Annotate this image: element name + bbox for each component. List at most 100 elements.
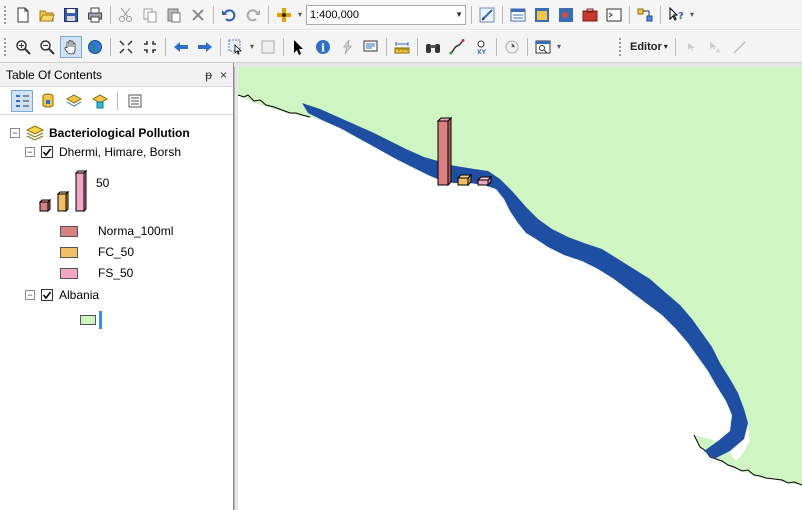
chevron-down-icon[interactable]: ▼	[455, 10, 463, 19]
add-data-icon[interactable]	[273, 4, 295, 26]
list-by-drawing-order-icon[interactable]	[11, 89, 33, 112]
toolbar-grip[interactable]	[619, 37, 623, 56]
open-folder-icon[interactable]	[36, 4, 58, 26]
edit-annotation-icon[interactable]: A	[704, 36, 726, 58]
fixed-zoom-out-icon[interactable]	[139, 36, 161, 58]
collapse-toggle[interactable]: −	[25, 147, 35, 157]
full-extent-globe-icon[interactable]	[84, 36, 106, 58]
go-back-icon[interactable]	[170, 36, 192, 58]
pin-icon[interactable]: ᵽ	[205, 68, 212, 82]
clear-selection-icon[interactable]	[257, 36, 279, 58]
toc-title: Table Of Contents	[6, 67, 103, 82]
copy-icon[interactable]	[139, 4, 161, 26]
python-window-icon[interactable]	[603, 4, 625, 26]
arctoolbox-icon[interactable]	[579, 4, 601, 26]
straight-segment-icon[interactable]	[728, 36, 750, 58]
undo-icon[interactable]	[218, 4, 240, 26]
svg-text:i: i	[321, 41, 325, 54]
go-to-xy-icon[interactable]: XY	[470, 36, 492, 58]
layer-name[interactable]: Dhermi, Himare, Borsh	[59, 145, 181, 159]
layer-row-albania[interactable]: − Albania	[25, 288, 99, 302]
map-view[interactable]	[238, 67, 802, 510]
catalog-window-icon[interactable]	[531, 4, 553, 26]
select-features-icon[interactable]	[225, 36, 247, 58]
toolbar-separator	[220, 37, 221, 56]
close-icon[interactable]: ×	[220, 68, 227, 82]
layer-visibility-checkbox[interactable]	[41, 146, 53, 158]
identify-icon[interactable]: i	[312, 36, 334, 58]
toolbar-separator	[496, 37, 497, 56]
layer-row-dhermi[interactable]: − Dhermi, Himare, Borsh	[25, 145, 181, 159]
toolbar-overflow-icon[interactable]: ▾	[555, 42, 563, 51]
whats-this-icon[interactable]: ?	[665, 4, 687, 26]
editor-toolbar-icon[interactable]	[476, 4, 498, 26]
select-elements-arrow-icon[interactable]	[288, 36, 310, 58]
bar-fc-50[interactable]	[456, 173, 473, 187]
svg-text:?: ?	[678, 11, 684, 22]
zoom-out-icon[interactable]	[36, 36, 58, 58]
find-route-icon[interactable]	[446, 36, 468, 58]
search-window-icon[interactable]	[555, 4, 577, 26]
toolbar-separator	[471, 5, 472, 24]
group-layer-name[interactable]: Bacteriological Pollution	[49, 126, 190, 140]
toolbar-separator	[165, 37, 166, 56]
cut-icon[interactable]	[115, 4, 137, 26]
find-binoculars-icon[interactable]	[422, 36, 444, 58]
list-by-visibility-icon[interactable]	[63, 90, 85, 112]
collapse-toggle[interactable]: −	[25, 290, 35, 300]
toolbar-overflow-icon[interactable]: ▾	[688, 10, 696, 19]
pan-hand-icon[interactable]	[60, 35, 82, 58]
standard-toolbar: ▾ 1:400,000 ▼ ? ▾	[0, 0, 802, 30]
create-viewer-icon[interactable]	[532, 36, 554, 58]
list-by-source-icon[interactable]	[37, 90, 59, 112]
group-layer-row[interactable]: − Bacteriological Pollution	[10, 125, 190, 141]
toc-options-icon[interactable]	[124, 90, 146, 112]
select-dropdown[interactable]: ▾	[248, 42, 256, 51]
go-forward-icon[interactable]	[194, 36, 216, 58]
list-by-selection-icon[interactable]	[89, 90, 111, 112]
hyperlink-icon[interactable]	[336, 36, 358, 58]
new-document-icon[interactable]	[12, 4, 34, 26]
legend-item-fc: FC_50	[60, 245, 134, 259]
add-data-dropdown[interactable]: ▾	[296, 10, 304, 19]
bar-fs-50[interactable]	[476, 175, 493, 187]
collapse-toggle[interactable]: −	[10, 128, 20, 138]
legend-label: FS_50	[98, 266, 134, 280]
legend-item-albania	[80, 311, 102, 329]
editor-menu-button[interactable]: Editor ▾	[626, 41, 672, 53]
map-scale-combo[interactable]: 1:400,000 ▼	[306, 4, 466, 25]
table-of-contents-panel: Table Of Contents ᵽ × − Bacteriological …	[0, 63, 234, 510]
layer-name[interactable]: Albania	[59, 288, 99, 302]
redo-icon[interactable]	[242, 4, 264, 26]
paste-icon[interactable]	[163, 4, 185, 26]
print-icon[interactable]	[84, 4, 106, 26]
time-slider-icon[interactable]	[501, 36, 523, 58]
map-scale-value[interactable]: 1:400,000	[310, 9, 359, 21]
toolbar-separator	[110, 5, 111, 24]
model-builder-icon[interactable]	[634, 4, 656, 26]
toolbar-separator	[386, 37, 387, 56]
html-popup-icon[interactable]	[360, 36, 382, 58]
edit-tool-icon[interactable]	[680, 36, 702, 58]
measure-icon[interactable]	[391, 36, 413, 58]
toc-title-bar: Table Of Contents ᵽ ×	[0, 63, 233, 87]
map-canvas[interactable]	[238, 67, 802, 510]
delete-icon[interactable]	[187, 4, 209, 26]
editor-menu-label[interactable]: Editor	[630, 41, 662, 53]
toolbar-separator	[502, 5, 503, 24]
toolbar-grip[interactable]	[4, 5, 8, 24]
fixed-zoom-in-icon[interactable]	[115, 36, 137, 58]
toolbar-grip[interactable]	[4, 37, 8, 56]
save-icon[interactable]	[60, 4, 82, 26]
chevron-down-icon[interactable]: ▾	[664, 42, 668, 51]
table-of-contents-icon[interactable]	[507, 4, 529, 26]
zoom-in-icon[interactable]	[12, 36, 34, 58]
bar-norma-100ml[interactable]	[436, 116, 453, 187]
legend-swatch	[60, 225, 78, 237]
chart-symbol-legend: 50	[38, 168, 109, 212]
tools-toolbar: ▾ i XY ▾ Editor ▾ A	[0, 31, 802, 63]
layer-visibility-checkbox[interactable]	[41, 289, 53, 301]
layer-group-icon	[26, 125, 44, 141]
toolbar-separator	[660, 5, 661, 24]
toolbar-separator	[527, 37, 528, 56]
